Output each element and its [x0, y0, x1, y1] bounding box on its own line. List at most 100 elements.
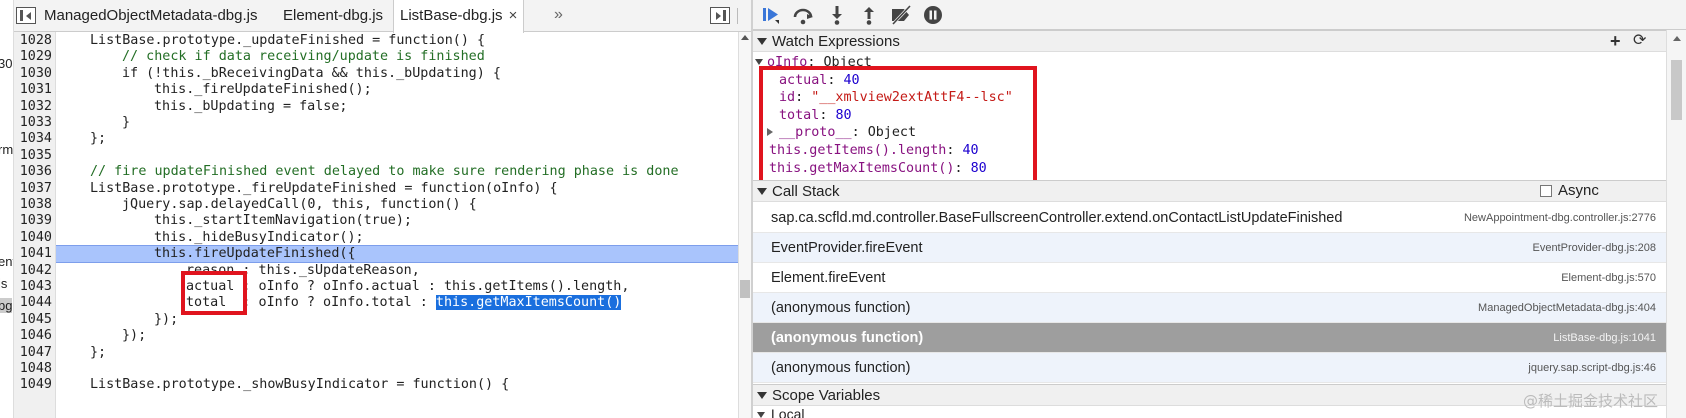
resume-icon[interactable] [759, 4, 783, 26]
annotation-highlight-box [759, 66, 1037, 184]
call-frame[interactable]: (anonymous function) ManagedObjectMetadat… [753, 293, 1666, 323]
code-line: }); [122, 328, 147, 344]
scroll-up-icon[interactable] [1673, 36, 1681, 41]
code-scrollbar[interactable] [738, 32, 751, 418]
line-number[interactable]: 1038 [14, 196, 54, 214]
line-number[interactable]: 1035 [14, 147, 54, 165]
line-number[interactable]: 1034 [14, 130, 54, 148]
call-frame[interactable]: Element.fireEvent Element-dbg.js:570 [753, 263, 1666, 293]
code-line: jQuery.sap.delayedCall(0, this, function… [122, 197, 477, 212]
toggle-navigator-icon[interactable] [16, 7, 36, 24]
toggle-debugger-icon[interactable] [710, 7, 730, 24]
call-frame[interactable]: (anonymous function) jquery.sap.script-db… [753, 353, 1666, 383]
line-number-execution[interactable]: 1041 [14, 245, 54, 263]
code-line: ListBase.prototype._showBusyIndicator = … [90, 377, 510, 393]
pause-on-exceptions-icon[interactable] [921, 4, 945, 26]
scrollbar-thumb[interactable] [1671, 60, 1682, 120]
navigator-fragment[interactable]: 30 [0, 56, 12, 71]
line-number[interactable]: 1045 [14, 311, 54, 329]
code-line: }; [90, 131, 107, 147]
line-number[interactable]: 1046 [14, 327, 54, 345]
navigator-strip[interactable]: 30 rm ent js bg [0, 0, 14, 418]
frame-location[interactable]: EventProvider-dbg.js:208 [1532, 233, 1656, 263]
line-number[interactable]: 1030 [14, 65, 54, 83]
frame-function: (anonymous function) [771, 330, 924, 346]
line-number[interactable]: 1037 [14, 180, 54, 198]
annotation-highlight-box [181, 271, 247, 315]
frame-location[interactable]: jquery.sap.script-dbg.js:46 [1528, 353, 1656, 383]
tab-managedobjectmetadata[interactable]: ManagedObjectMetadata-dbg.js [38, 0, 263, 32]
code-line: if (!this._bReceivingData && this._bUpda… [122, 65, 501, 81]
navigator-fragment[interactable]: ent [0, 254, 13, 269]
call-frame[interactable]: EventProvider.fireEvent EventProvider-dbg… [753, 233, 1666, 263]
watermark: @稀土掘金技术社区 [1522, 392, 1658, 410]
navigator-fragment[interactable]: js [0, 276, 7, 291]
line-number[interactable]: 1047 [14, 344, 54, 362]
frame-location[interactable]: Element-dbg.js:570 [1561, 263, 1656, 293]
watch-expressions-header[interactable]: Watch Expressions + ⟳ [753, 30, 1666, 52]
frame-function: (anonymous function) [771, 360, 911, 376]
code-line: } [122, 115, 131, 130]
line-number[interactable]: 1039 [14, 212, 54, 230]
line-number[interactable]: 1040 [14, 229, 54, 247]
line-number[interactable]: 1042 [14, 262, 54, 280]
deactivate-breakpoints-icon[interactable] [889, 4, 913, 26]
expanded-triangle-icon[interactable] [757, 412, 765, 418]
debugger-scrollbar[interactable] [1666, 30, 1686, 418]
expand-triangle-icon[interactable] [757, 188, 767, 195]
expanded-triangle-icon[interactable] [755, 59, 763, 65]
code-fragment: : oInfo ? oInfo.actual : this.getItems()… [234, 279, 630, 294]
scroll-up-icon[interactable] [741, 35, 749, 40]
code-comment: // fire updateFinished event delayed to … [90, 164, 679, 180]
line-number[interactable]: 1044 [14, 294, 54, 312]
frame-location[interactable]: NewAppointment-dbg.controller.js:2776 [1464, 203, 1656, 233]
section-title: Watch Expressions [772, 33, 900, 50]
navigator-fragment-selected[interactable]: bg [0, 298, 13, 313]
async-checkbox[interactable] [1540, 185, 1552, 197]
code-line: }; [90, 344, 107, 360]
line-number[interactable]: 1032 [14, 98, 54, 116]
expand-triangle-icon[interactable] [757, 38, 767, 45]
code-fragment: : oInfo ? oInfo.total : [226, 295, 436, 311]
separator [737, 8, 738, 24]
scope-local-row[interactable]: Local [757, 406, 804, 418]
scrollbar-thumb[interactable] [740, 280, 750, 298]
code-line: this._startItemNavigation(true); [154, 213, 412, 229]
code-line: this._bUpdating = false; [154, 98, 348, 114]
frame-location[interactable]: ManagedObjectMetadata-dbg.js:404 [1478, 293, 1656, 323]
call-frame[interactable]: sap.ca.scfld.md.controller.BaseFullscree… [753, 203, 1666, 233]
line-number[interactable]: 1029 [14, 48, 54, 66]
call-frame-selected[interactable]: (anonymous function) ListBase-dbg.js:1041 [753, 323, 1666, 353]
frame-function: Element.fireEvent [771, 270, 886, 286]
more-tabs-icon[interactable]: » [554, 0, 563, 30]
code-line: ListBase.prototype._fireUpdateFinished =… [90, 180, 558, 196]
debugger-toolbar [753, 0, 1686, 30]
refresh-icon[interactable]: ⟳ [1633, 33, 1646, 49]
editor-tab-bar: ManagedObjectMetadata-dbg.js Element-dbg… [14, 0, 751, 33]
section-title: Scope Variables [772, 387, 881, 404]
code-line: this._hideBusyIndicator(); [154, 229, 364, 245]
step-out-icon[interactable] [857, 4, 881, 26]
call-stack-header[interactable]: Call Stack Async [753, 180, 1666, 202]
add-expression-icon[interactable]: + [1610, 32, 1626, 50]
code-editor[interactable]: 1028 1029 1030 1031 1032 1033 1034 1035 … [14, 32, 738, 418]
step-into-icon[interactable] [825, 4, 849, 26]
frame-location[interactable]: ListBase-dbg.js:1041 [1553, 323, 1656, 353]
line-number[interactable]: 1033 [14, 114, 54, 132]
close-icon[interactable]: × [509, 0, 518, 32]
line-number-gutter[interactable]: 1028 1029 1030 1031 1032 1033 1034 1035 … [14, 32, 56, 418]
navigator-fragment[interactable]: rm [0, 142, 13, 157]
code-line-execution: this.fireUpdateFinished({ [154, 246, 356, 262]
line-number[interactable]: 1048 [14, 360, 54, 378]
line-number[interactable]: 1036 [14, 163, 54, 181]
line-number[interactable]: 1028 [14, 32, 54, 50]
code-line: this._fireUpdateFinished(); [154, 82, 372, 98]
tab-element[interactable]: Element-dbg.js [277, 0, 389, 32]
code-line: }); [154, 311, 179, 327]
line-number[interactable]: 1031 [14, 81, 54, 99]
line-number[interactable]: 1043 [14, 278, 54, 296]
tab-listbase[interactable]: ListBase-dbg.js × [393, 0, 525, 33]
expand-triangle-icon[interactable] [757, 392, 767, 399]
step-over-icon[interactable] [791, 4, 815, 26]
line-number[interactable]: 1049 [14, 376, 54, 394]
